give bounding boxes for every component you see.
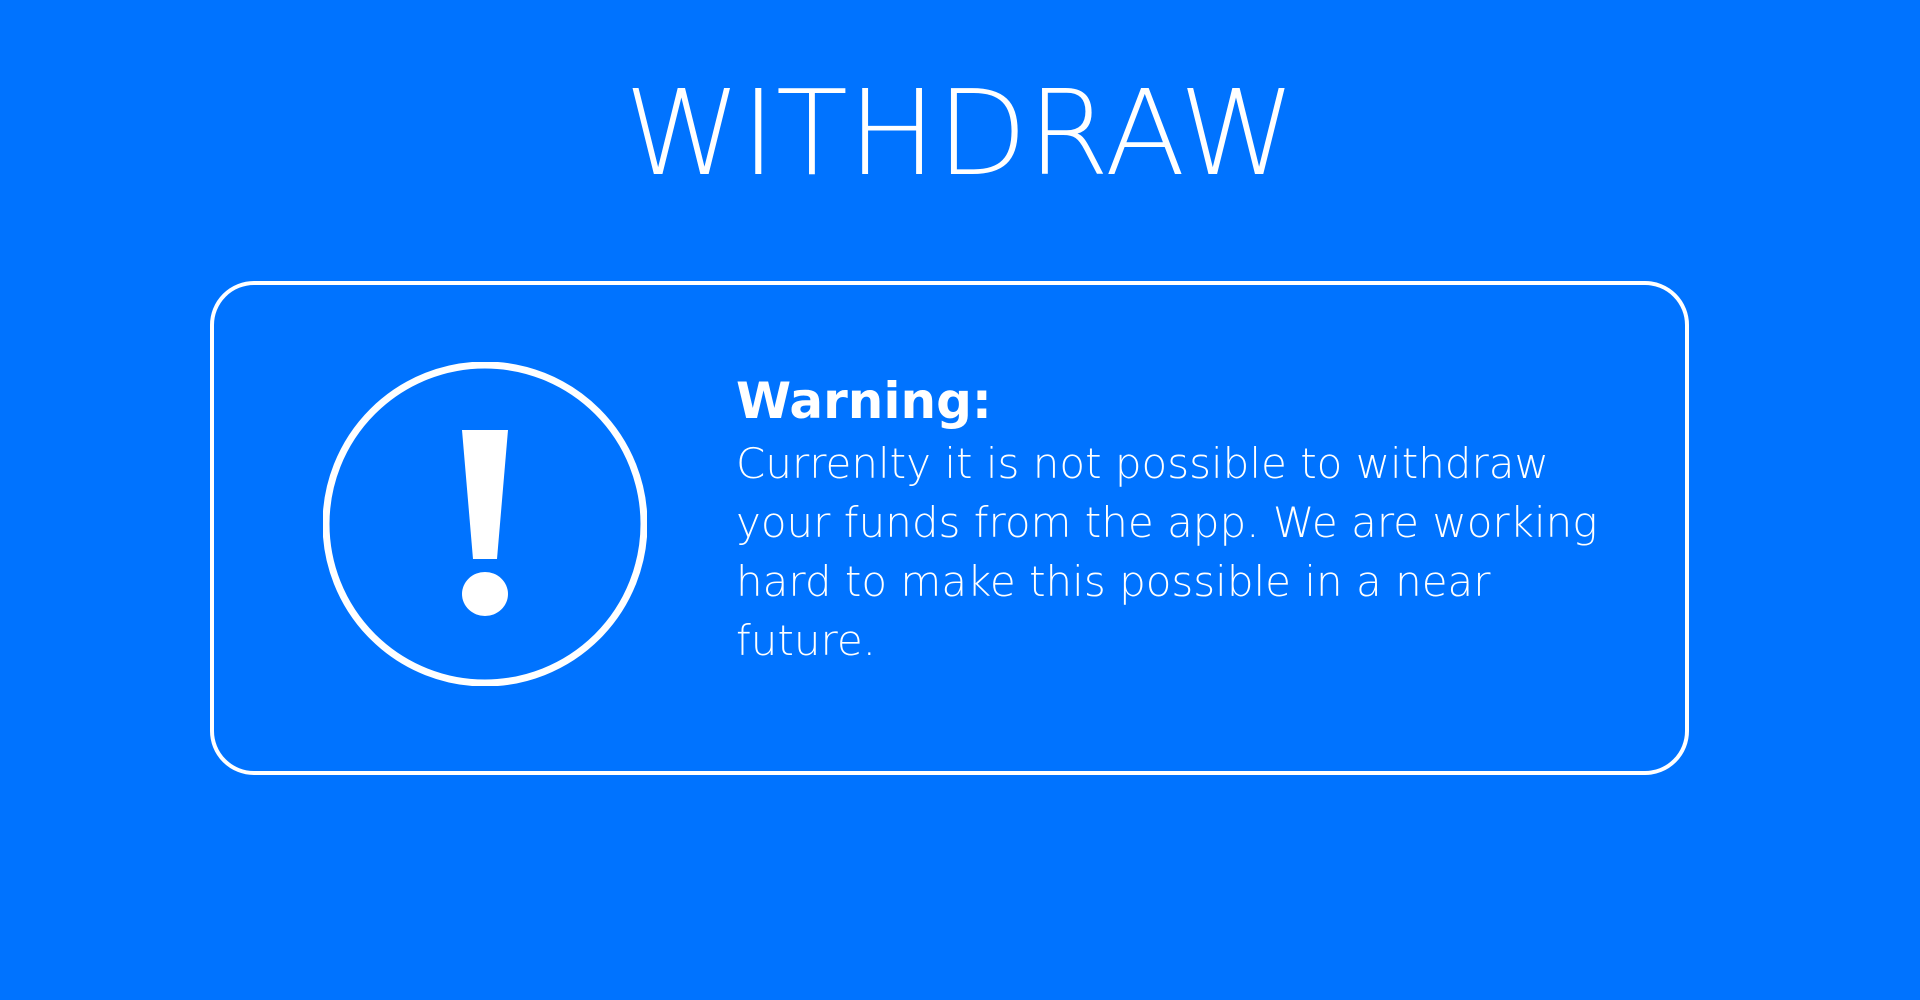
warning-body-line: hard to make this possible in a near bbox=[736, 557, 1491, 606]
warning-body: Currenlty it is not possible to withdraw… bbox=[736, 434, 1676, 670]
warning-message: Warning: Currenlty it is not possible to… bbox=[736, 368, 1676, 670]
page-title: WITHDRAW bbox=[624, 64, 1296, 202]
warning-heading: Warning: bbox=[736, 372, 992, 430]
exclamation-circle-icon bbox=[323, 362, 647, 686]
warning-body-line: Currenlty it is not possible to withdraw bbox=[736, 439, 1549, 488]
warning-body-line: your funds from the app. We are working bbox=[736, 498, 1598, 547]
warning-body-line: future. bbox=[736, 616, 877, 665]
